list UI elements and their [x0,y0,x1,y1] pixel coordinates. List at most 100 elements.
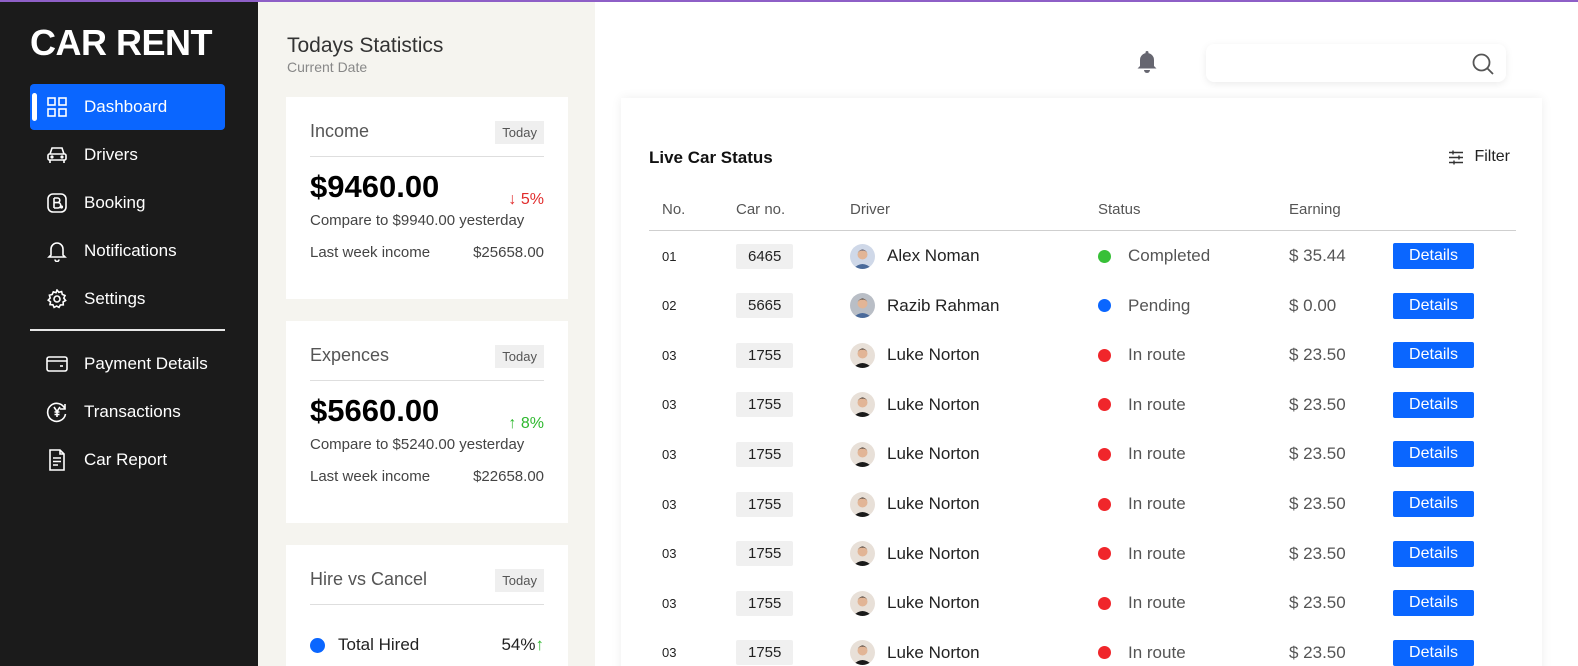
income-title: Income [310,121,370,141]
car-number-cell: 1755 [736,529,794,579]
driver-cell: Luke Norton [850,380,980,430]
car-number-cell: 1755 [736,380,794,430]
sidebar-item-label: Notifications [84,241,177,260]
income-period-badge[interactable]: Today [495,121,544,144]
details-cell: Details [1393,380,1474,430]
row-number: 03 [662,496,677,512]
driver-avatar [850,441,875,467]
car-number-cell: 1755 [736,479,794,529]
car-number-badge: 6465 [736,243,794,269]
filter-button[interactable]: Filter [1448,148,1510,166]
table-row: 01 6465 Alex Noman Completed $ 35.44 Details [649,231,1516,281]
car-number-badge: 1755 [736,441,794,467]
driver-name: Alex Noman [887,246,980,265]
details-button[interactable]: Details [1393,540,1474,567]
driver-name: Luke Norton [887,593,980,613]
status-text: In route [1128,394,1186,414]
expenses-title: Expences [310,345,390,365]
driver-name: Luke Norton [887,345,980,365]
car-number-badge: 1755 [736,491,794,517]
search-input[interactable] [1216,50,1456,76]
earning-value: $ 35.44 [1289,246,1346,265]
status-text: In route [1128,444,1186,464]
car-number-cell: 1755 [736,330,794,380]
status-text: Pending [1128,295,1191,315]
driver-cell: Luke Norton [850,429,980,479]
details-button[interactable]: Details [1393,639,1474,666]
wallet-icon [46,353,68,375]
driver-avatar [850,342,875,368]
status-dot [1098,398,1111,412]
sidebar-item-drivers[interactable]: Drivers [30,132,225,178]
yen-icon [46,401,68,423]
status-cell: In route [1098,529,1186,579]
details-button[interactable]: Details [1393,590,1474,617]
row-number: 03 [662,645,677,661]
details-button[interactable]: Details [1393,292,1474,319]
details-button[interactable]: Details [1393,342,1474,369]
earning-value: $ 23.50 [1289,642,1346,662]
status-cell: In route [1098,429,1186,479]
sidebar-item-dashboard[interactable]: Dashboard [30,84,225,130]
driver-cell: Luke Norton [850,628,980,666]
status-text: In route [1128,543,1186,563]
row-number: 03 [662,397,677,413]
sidebar-item-label: Booking [84,193,146,212]
table-row: 03 1755 Luke Norton In route $ 23.50 Details [649,429,1516,479]
income-change: ↓ 5% [508,191,544,208]
car-number-cell: 1755 [736,429,794,479]
status-text: Completed [1128,246,1211,265]
sidebar-item-transactions[interactable]: Transactions [30,389,225,435]
expenses-last-week-value: $22658.00 [473,468,544,485]
driver-name: Razib Rahman [887,295,1000,315]
filter-sliders-icon [1449,150,1464,164]
status-cell: In route [1098,628,1186,666]
table-row: 03 1755 Luke Norton In route $ 23.50 Details [649,330,1516,380]
expenses-amount: $5660.00 [310,393,440,428]
column-header-status: Status [1098,201,1141,218]
sidebar-divider [30,329,225,331]
details-cell: Details [1393,231,1474,281]
status-dot [1098,299,1111,313]
car-number-badge: 1755 [736,590,794,616]
document-icon [46,449,68,471]
details-button[interactable]: Details [1393,243,1474,269]
grid-icon [46,96,68,118]
row-number: 02 [662,298,677,314]
details-cell: Details [1393,330,1474,380]
gear-icon [46,288,68,310]
driver-avatar [850,541,875,567]
total-hired-value: 54%↑ [501,635,544,655]
row-number: 03 [662,546,677,562]
details-button[interactable]: Details [1393,491,1474,517]
column-header-driver: Driver [850,201,890,218]
search-icon[interactable] [1471,52,1495,76]
sidebar-item-label: Transactions [84,402,181,421]
statistics-panel: Todays Statistics Current Date Income To… [258,0,595,666]
column-header-car-no: Car no. [736,201,786,218]
earning-value: $ 0.00 [1289,295,1337,315]
statistics-subtitle: Current Date [287,59,368,75]
app-logo: CAR RENT [30,22,213,63]
sidebar-item-notifications[interactable]: Notifications [30,228,225,274]
sidebar-item-car-report[interactable]: Car Report [30,437,225,483]
total-hired-dot [310,637,325,653]
details-button[interactable]: Details [1393,441,1474,468]
expenses-period-badge[interactable]: Today [495,345,544,368]
table-row: 03 1755 Luke Norton In route $ 23.50 Details [649,479,1516,529]
sidebar-item-payment-details[interactable]: Payment Details [30,341,225,387]
status-dot [1098,646,1111,660]
income-card: Income Today $9460.00 ↓ 5% Compare to $9… [286,97,568,299]
car-number-badge: 1755 [736,392,794,418]
driver-avatar [850,293,875,319]
table-row: 02 5665 Razib Rahman Pending $ 0.00 Details [649,281,1516,331]
hire-period-badge[interactable]: Today [495,569,544,592]
sidebar-item-settings[interactable]: Settings [30,276,225,322]
column-header-no: No. [662,201,686,218]
sidebar-item-booking[interactable]: Booking [30,180,225,226]
details-button[interactable]: Details [1393,391,1474,418]
notification-bell-icon[interactable] [1135,49,1159,75]
status-cell: Completed [1098,231,1210,281]
car-number-badge: 5665 [736,293,794,319]
car-number-cell: 5665 [736,281,794,331]
